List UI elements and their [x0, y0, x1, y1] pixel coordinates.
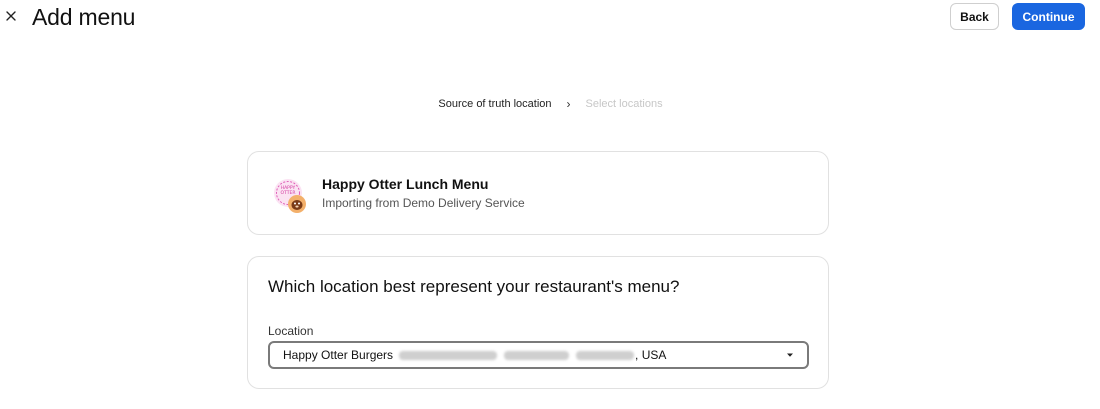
continue-button[interactable]: Continue [1012, 3, 1085, 30]
location-field-label: Location [268, 324, 314, 338]
menu-title: Happy Otter Lunch Menu [322, 176, 489, 192]
redacted-address [399, 350, 498, 360]
location-question: Which location best represent your resta… [268, 277, 680, 296]
stepper: Source of truth location › Select locati… [0, 96, 1100, 112]
chevron-down-icon [787, 353, 793, 357]
page-title: Add menu [32, 4, 136, 30]
location-selected-name: Happy Otter Burgers [283, 348, 394, 362]
redacted-city [504, 350, 570, 360]
step-select-locations: Select locations [585, 98, 663, 110]
location-selected-country: , USA [635, 348, 667, 362]
add-menu-page: Add menu Back Continue Source of truth l… [0, 0, 1100, 409]
location-select[interactable]: Happy Otter Burgers , USA [268, 341, 809, 369]
location-card: Which location best represent your resta… [247, 256, 829, 389]
chevron-right-icon: › [566, 97, 571, 111]
svg-text:OTTER: OTTER [281, 190, 296, 196]
menu-source-subtitle: Importing from Demo Delivery Service [322, 196, 525, 210]
happy-otter-logo-icon: HAPPY OTTER [274, 179, 306, 213]
menu-source-card: HAPPY OTTER Happy Otter Lunch Menu Impor… [247, 151, 829, 235]
close-icon[interactable] [4, 8, 20, 24]
back-button[interactable]: Back [950, 3, 999, 30]
redacted-postal [576, 350, 635, 360]
step-source-of-truth[interactable]: Source of truth location [438, 96, 551, 112]
